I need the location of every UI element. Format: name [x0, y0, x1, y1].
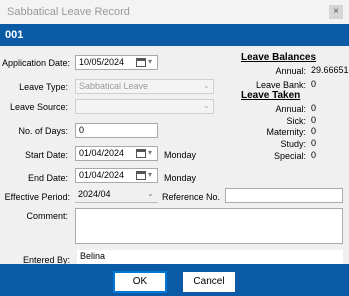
reference-no-label: Reference No. [162, 192, 221, 202]
cancel-button[interactable]: Cancel [182, 271, 236, 293]
record-header [0, 24, 349, 46]
comment-textarea[interactable] [75, 208, 343, 244]
chevron-down-icon[interactable]: ▾ [148, 170, 152, 179]
num-days-value: 0 [79, 125, 85, 135]
leave-taken-title: Leave Taken [241, 90, 301, 101]
leave-bank-value: 0 [311, 79, 317, 89]
num-days-label: No. of Days: [18, 126, 68, 136]
taken-special-value: 0 [311, 150, 317, 160]
effective-period-value: 2024/04 [78, 189, 111, 199]
chevron-down-icon[interactable]: ⌄ [203, 81, 210, 90]
balance-annual-label: Annual: [275, 66, 306, 76]
calendar-icon[interactable] [136, 171, 146, 180]
leave-source-label: Leave Source: [9, 102, 68, 112]
application-date-value: 10/05/2024 [79, 57, 125, 67]
num-days-field[interactable]: 0 [75, 123, 158, 138]
taken-annual-label: Annual: [275, 104, 306, 114]
taken-special-label: Special: [273, 151, 306, 161]
taken-maternity-label: Maternity: [266, 127, 306, 137]
chevron-down-icon[interactable]: ▾ [148, 148, 152, 157]
taken-study-label: Study: [280, 139, 306, 149]
taken-maternity-value: 0 [311, 126, 317, 136]
button-bar [0, 264, 349, 296]
taken-study-value: 0 [311, 138, 317, 148]
leave-source-select[interactable] [75, 99, 214, 114]
chevron-down-icon[interactable]: ⌄ [203, 101, 210, 110]
ok-button[interactable]: OK [113, 271, 167, 293]
calendar-icon[interactable] [136, 58, 146, 67]
end-date-label: End Date: [27, 173, 68, 183]
entered-by-value: Belina [80, 251, 106, 261]
chevron-down-icon[interactable]: ▾ [148, 57, 152, 66]
start-date-label: Start Date: [24, 150, 68, 160]
chevron-down-icon[interactable]: ⌄ [147, 189, 154, 198]
leave-balances-title: Leave Balances [241, 52, 317, 63]
leave-type-select[interactable]: Sabbatical Leave [75, 79, 214, 94]
taken-sick-value: 0 [311, 115, 317, 125]
effective-period-label: Effective Period: [4, 192, 70, 202]
comment-label: Comment: [26, 211, 68, 221]
reference-no-field[interactable] [225, 188, 343, 203]
end-day-text: Monday [164, 173, 197, 183]
close-icon[interactable]: × [329, 5, 343, 19]
end-date-value: 01/04/2024 [79, 170, 125, 180]
leave-type-value: Sabbatical Leave [79, 81, 149, 91]
effective-period-select[interactable]: 2024/04 [75, 188, 158, 203]
leave-type-label: Leave Type: [19, 82, 68, 92]
window-title: Sabbatical Leave Record [7, 6, 130, 18]
balance-annual-value: 29.66651 [311, 65, 349, 75]
start-day-text: Monday [164, 150, 197, 160]
application-date-label: Application Date: [1, 58, 70, 68]
entered-by-field[interactable]: Belina [77, 250, 343, 265]
record-code: 001 [5, 29, 24, 41]
calendar-icon[interactable] [136, 149, 146, 158]
taken-annual-value: 0 [311, 103, 317, 113]
start-date-value: 01/04/2024 [79, 148, 125, 158]
